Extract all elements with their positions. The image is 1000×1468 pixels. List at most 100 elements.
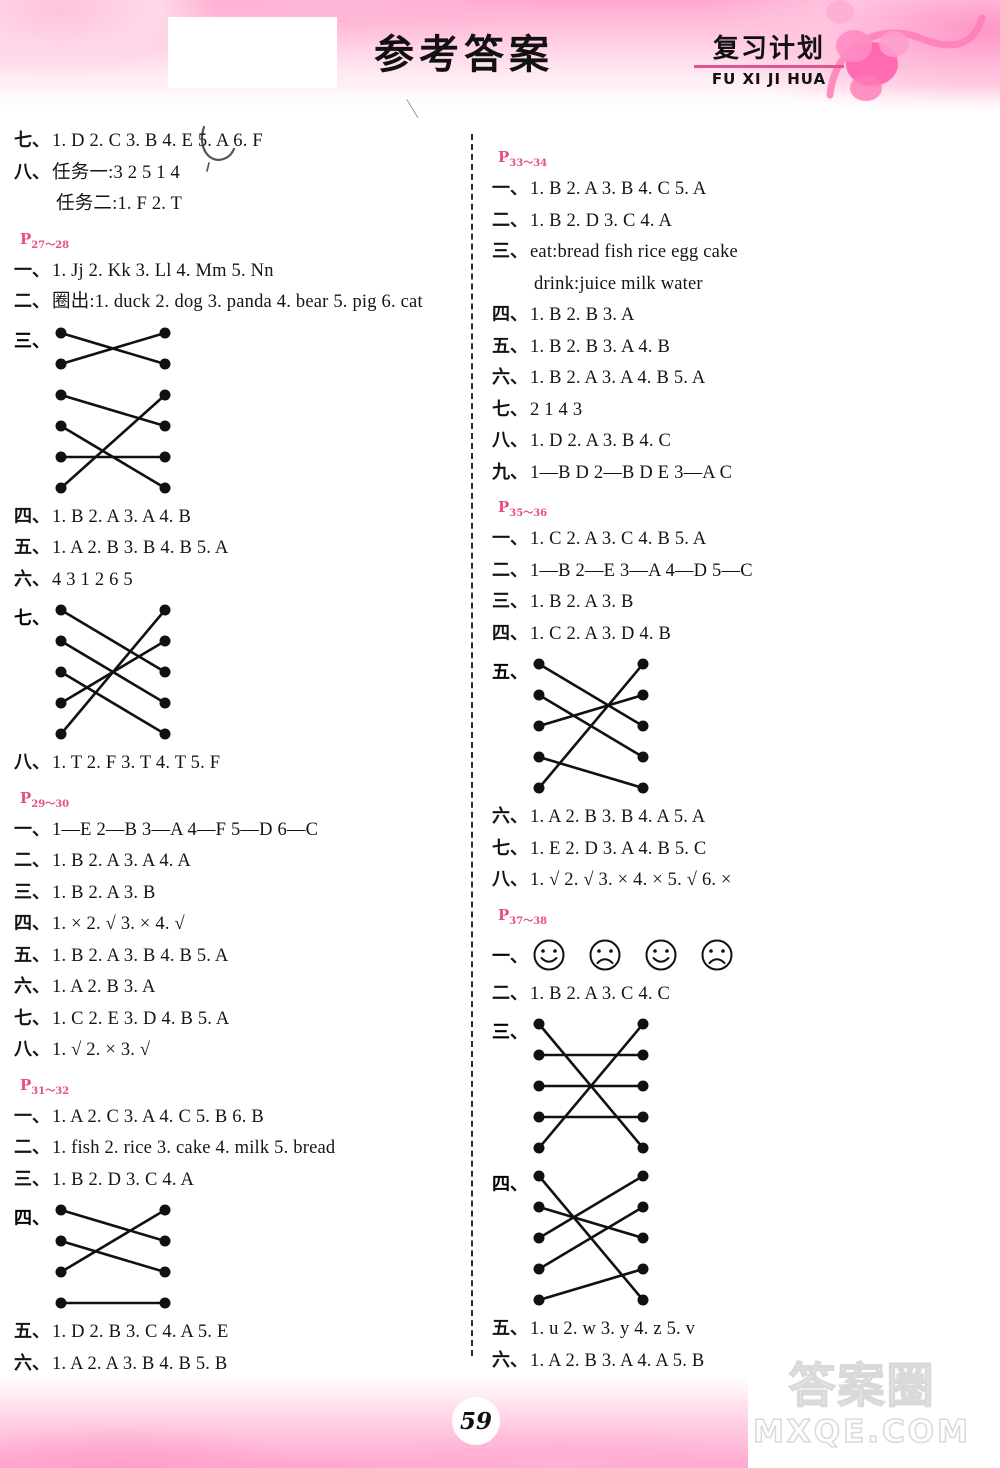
section-number: 八、: [14, 161, 50, 183]
match-dot-left: [533, 1018, 545, 1030]
answer-row: 二、 1. fish 2. rice 3. cake 4. milk 5. bre…: [14, 1139, 454, 1158]
answer-row: 二、 1. B 2. A 3. C 4. C: [492, 984, 932, 1004]
face-answer-row: 一、: [492, 938, 932, 972]
page-marker-letter: P: [20, 229, 32, 248]
section-number: 四、: [14, 913, 50, 934]
section-number: 五、: [14, 944, 50, 966]
match-dot-left: [55, 327, 67, 338]
answer-row: 八、 1. T 2. F 3. T 4. T 5. F: [14, 754, 454, 773]
column-divider: [471, 134, 473, 1356]
matching-lines: [533, 1018, 649, 1154]
page-marker-range: 37～38: [509, 915, 548, 927]
answer-row: 四、 1. × 2. √ 3. × 4. √: [14, 915, 454, 934]
match-dot-right: [159, 604, 171, 616]
answer-text: 1. B 2. D 3. C 4. A: [530, 210, 673, 231]
answer-text: 1. √ 2. √ 3. × 4. × 5. √ 6. ×: [530, 870, 732, 890]
page-marker-range: 33～34: [509, 158, 548, 169]
match-dot-left: [55, 482, 67, 493]
answer-row: 六、 1. A 2. B 3. A: [14, 978, 454, 997]
answer-row: 五、 1. D 2. B 3. C 4. A 5. E: [14, 1323, 454, 1342]
answer-text: 1. u 2. w 3. y 4. z 5. v: [530, 1319, 696, 1339]
answer-text: 1. B 2. B 3. A 4. B: [530, 336, 671, 357]
booklet-title: 复习计划 FU XI JI HUA: [694, 35, 844, 88]
match-dot-right: [159, 1297, 171, 1309]
match-dot-left: [533, 1294, 545, 1306]
match-dot-right: [159, 420, 171, 431]
matching-diagram: 四、: [492, 1168, 932, 1308]
page-marker-letter: P: [498, 148, 510, 166]
smiley-face-icon: [645, 939, 677, 970]
section-number: 六、: [492, 1349, 528, 1371]
section-number: 一、: [14, 818, 50, 840]
match-dot-right: [637, 1294, 649, 1306]
match-dot-left: [533, 1111, 545, 1123]
answer-row: 三、 1. B 2. A 3. B: [14, 881, 454, 903]
section-number: 二、: [14, 850, 50, 871]
watermark-en: MXQE.COM: [752, 1413, 971, 1451]
answer-row: 七、 1. C 2. E 3. D 4. B 5. A: [14, 1008, 454, 1029]
answer-text: 任务二:1. F 2. T: [56, 194, 183, 214]
answer-row: 九、 1—B D 2—B D E 3—A C: [492, 463, 932, 483]
section-number: 五、: [492, 335, 528, 357]
matching-lines: [55, 327, 171, 493]
section-number: 三、: [14, 330, 50, 352]
section-number: 二、: [14, 1137, 50, 1158]
answer-text: 2 1 4 3: [530, 399, 583, 420]
match-dot-right: [159, 635, 171, 647]
matching-diagram: 四、: [14, 1202, 454, 1311]
match-dot-right: [637, 751, 649, 763]
section-number: 三、: [14, 881, 50, 903]
match-dot-right: [637, 1049, 649, 1061]
answer-row: 三、 eat:bread fish rice egg cake: [492, 243, 932, 262]
match-dot-right: [159, 728, 171, 740]
answer-text: 1. T 2. F 3. T 4. T 5. F: [52, 753, 221, 773]
section-number: 一、: [492, 178, 528, 199]
match-dot-left: [55, 1204, 67, 1216]
answer-row: 二、 圈出:1. duck 2. dog 3. panda 4. bear 5. …: [14, 293, 454, 312]
answer-text: 1. C 2. E 3. D 4. B 5. A: [52, 1008, 230, 1029]
section-number: 四、: [492, 304, 528, 325]
answer-text: 1. A 2. B 3. A: [52, 977, 156, 997]
match-dot-left: [55, 728, 67, 740]
answer-text: 1. B 2. A 3. A 4. B: [52, 506, 191, 527]
smiley-face-icon: [533, 939, 565, 970]
match-dot-right: [637, 1111, 649, 1123]
answer-text: 1. √ 2. × 3. √: [52, 1040, 151, 1060]
match-dot-left: [533, 1080, 545, 1092]
section-number: 五、: [492, 1318, 528, 1339]
answer-row: 二、 1. B 2. A 3. A 4. A: [14, 852, 454, 871]
match-dot-right: [159, 1266, 171, 1278]
sad-face-icon: [701, 939, 733, 970]
section-number: 六、: [14, 568, 50, 590]
answer-row: 六、 1. A 2. A 3. B 4. B 5. B: [14, 1354, 454, 1374]
header-white-block: [168, 17, 337, 88]
match-dot-left: [533, 720, 545, 732]
matching-diagram: 七、: [14, 602, 454, 742]
page-marker-range: 27～28: [31, 239, 70, 251]
section-number: 八、: [492, 430, 528, 451]
page-number: 59: [452, 1397, 500, 1445]
section-number: 六、: [492, 806, 528, 827]
answer-row: 八、 1. √ 2. √ 3. × 4. × 5. √ 6. ×: [492, 871, 932, 890]
section-number: 四、: [492, 622, 528, 644]
section-number: 五、: [492, 662, 528, 683]
watermark: 答案圈 MXQE.COM: [740, 1362, 984, 1451]
answer-text: 1. A 2. C 3. A 4. C 5. B 6. B: [52, 1106, 264, 1127]
page-marker-range: 35～36: [509, 508, 548, 519]
match-dot-right: [159, 327, 171, 338]
match-dot-left: [55, 1235, 67, 1247]
match-dot-right: [637, 1018, 649, 1030]
answer-text: 1. B 2. A 3. B: [52, 882, 156, 903]
page-marker-range: 29～30: [31, 798, 70, 810]
answer-row: 八、 任务一:3 2 5 1 4: [14, 161, 454, 183]
answer-text: 1. B 2. D 3. C 4. A: [52, 1169, 195, 1190]
match-dot-right: [637, 658, 649, 670]
answer-text: 圈出:1. duck 2. dog 3. panda 4. bear 5. pi…: [52, 292, 423, 312]
matching-diagram: 五、: [492, 656, 932, 796]
section-number: 三、: [492, 591, 528, 612]
answer-row: 二、 1—B 2—E 3—A 4—D 5—C: [492, 561, 932, 581]
section-number: 八、: [14, 1039, 50, 1060]
answer-row: 七、 1. E 2. D 3. A 4. B 5. C: [492, 839, 932, 859]
answer-sheet-page: 参考答案 复习计划 FU XI JI HUA ＼ 七、 1. D 2. C 3. …: [0, 0, 1000, 1468]
match-dot-left: [533, 689, 545, 701]
